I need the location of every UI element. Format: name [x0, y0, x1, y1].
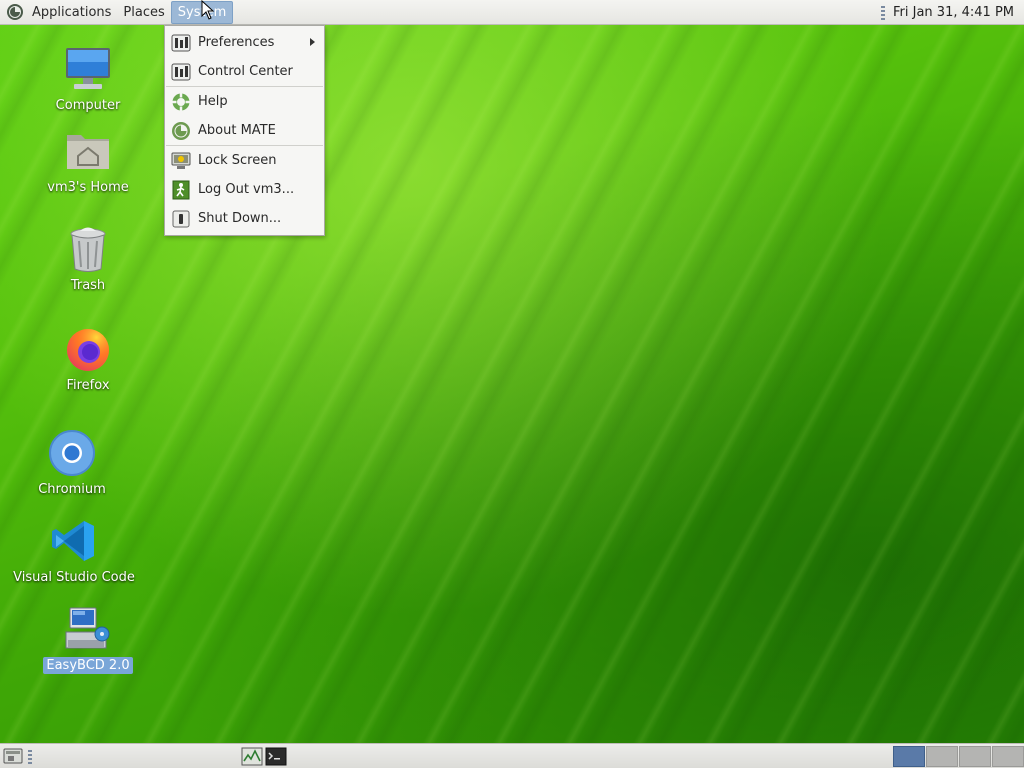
trash-icon [64, 225, 112, 273]
menu-item-label: Log Out vm3... [198, 182, 295, 197]
applications-menu[interactable]: Applications [26, 1, 117, 24]
desktop-icon-easybcd[interactable]: EasyBCD 2.0 [28, 605, 148, 674]
desktop-icon-label: vm3's Home [47, 180, 129, 195]
desktop-wallpaper[interactable]: Computer vm3's Home Trash Firefox Chromi… [0, 25, 1024, 743]
desktop-icon-label: Chromium [38, 482, 106, 497]
mate-logo-icon [7, 4, 23, 20]
panel-grip[interactable] [881, 5, 886, 20]
workspace-4[interactable] [992, 746, 1024, 767]
desktop-icon-vscode[interactable]: Visual Studio Code [13, 517, 135, 586]
help-icon [171, 92, 191, 112]
menu-item-shut-down[interactable]: Shut Down... [165, 204, 324, 233]
vscode-icon [50, 517, 98, 565]
menu-item-label: Preferences [198, 35, 275, 50]
show-desktop-icon[interactable] [3, 748, 23, 764]
menu-item-label: Shut Down... [198, 211, 282, 226]
menu-item-label: Control Center [198, 64, 293, 79]
places-menu[interactable]: Places [117, 1, 170, 24]
home-folder-icon [64, 127, 112, 175]
system-dropdown-menu: Preferences Control Center Help About MA… [164, 25, 325, 236]
desktop-icon-label: Computer [55, 98, 121, 113]
menu-item-label: Help [198, 94, 228, 109]
log-out-icon [171, 180, 191, 200]
panel-grip[interactable] [28, 750, 32, 764]
menu-item-lock-screen[interactable]: Lock Screen [165, 146, 324, 175]
workspace-1[interactable] [893, 746, 925, 767]
mouse-cursor-icon [201, 0, 215, 20]
top-panel: Applications Places System Fri Jan 31, 4… [0, 0, 1024, 25]
bottom-panel [0, 743, 1024, 768]
mate-logo-icon [171, 121, 191, 141]
desktop-icon-label: Trash [70, 278, 106, 293]
desktop-icon-firefox[interactable]: Firefox [28, 325, 148, 394]
desktop-icon-computer[interactable]: Computer [28, 45, 148, 114]
desktop-icon-home[interactable]: vm3's Home [28, 127, 148, 196]
desktop-icon-label: Visual Studio Code [13, 570, 135, 585]
menu-item-about-mate[interactable]: About MATE [165, 116, 324, 145]
firefox-icon [64, 325, 112, 373]
submenu-arrow-icon [310, 38, 315, 46]
menu-item-label: Lock Screen [198, 153, 277, 168]
chromium-icon [48, 429, 96, 477]
menu-item-label: About MATE [198, 123, 276, 138]
desktop-icon-trash[interactable]: Trash [28, 225, 148, 294]
menu-item-preferences[interactable]: Preferences [165, 28, 324, 57]
menu-item-control-center[interactable]: Control Center [165, 57, 324, 86]
workspace-3[interactable] [959, 746, 991, 767]
workspace-2[interactable] [926, 746, 958, 767]
clock[interactable]: Fri Jan 31, 4:41 PM [893, 5, 1024, 20]
terminal-icon[interactable] [265, 747, 287, 766]
easybcd-icon [64, 605, 112, 653]
menu-item-help[interactable]: Help [165, 87, 324, 116]
control-center-icon [171, 62, 191, 82]
computer-icon [64, 45, 112, 93]
preferences-icon [171, 33, 191, 53]
lock-screen-icon [171, 151, 191, 171]
system-monitor-icon[interactable] [241, 747, 263, 766]
desktop-icon-chromium[interactable]: Chromium [12, 429, 132, 498]
desktop-icon-label: Firefox [66, 378, 110, 393]
shutdown-icon [171, 209, 191, 229]
desktop-icon-label: EasyBCD 2.0 [43, 657, 133, 674]
menu-item-log-out[interactable]: Log Out vm3... [165, 175, 324, 204]
